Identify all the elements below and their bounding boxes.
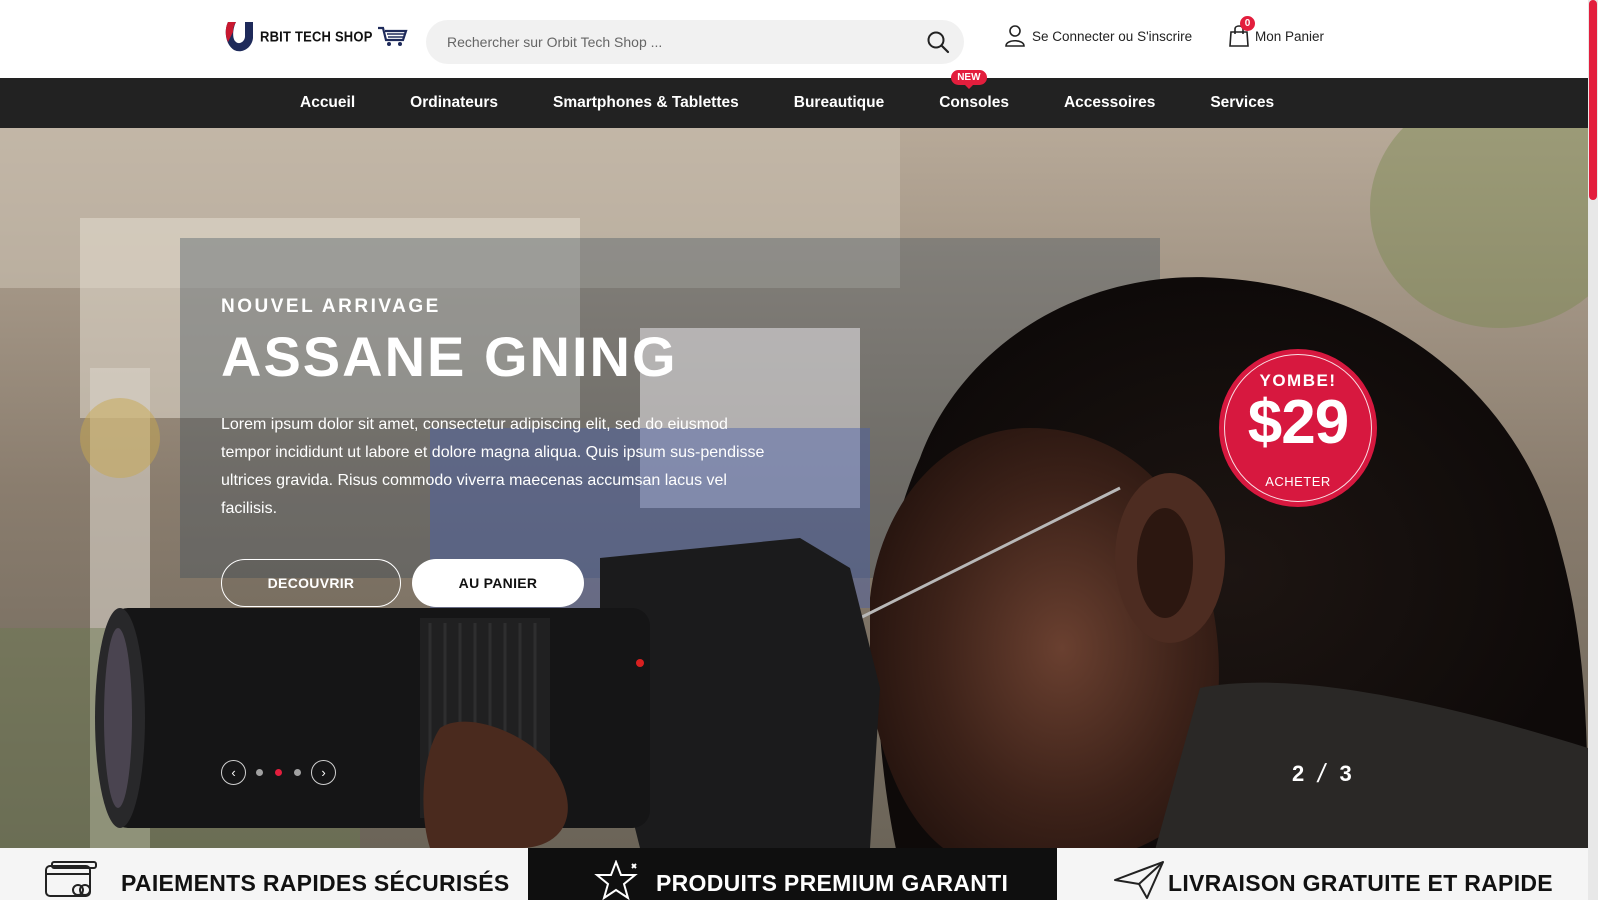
chevron-right-icon[interactable]: › — [311, 760, 336, 785]
add-to-cart-button[interactable]: AU PANIER — [412, 559, 584, 607]
cart-icon-wrap: 0 — [1228, 16, 1255, 48]
slide-total: 3 — [1339, 760, 1352, 786]
paper-plane-icon — [1114, 861, 1164, 899]
user-icon — [1005, 25, 1025, 47]
cart-count-badge: 0 — [1240, 16, 1255, 31]
price-badge-price: $29 — [1247, 388, 1349, 457]
account-link[interactable]: Se Connecter ou S'inscrire — [1004, 24, 1192, 48]
hero-title: ASSANE GNING — [221, 325, 678, 388]
feature-secure-payment: PAIEMENTS RAPIDES SÉCURISÉS — [0, 848, 528, 900]
discover-button[interactable]: DECOUVRIR — [221, 559, 401, 607]
slide-current: 2 — [1292, 760, 1305, 786]
cart-label: Mon Panier — [1255, 28, 1325, 44]
nav-item-consoles[interactable]: NEW Consoles — [939, 70, 1009, 112]
feature-free-delivery: LIVRAISON GRATUITE ET RAPIDE — [1057, 848, 1588, 900]
feature-label: PAIEMENTS RAPIDES SÉCURISÉS — [121, 870, 510, 896]
hero-description: Lorem ipsum dolor sit amet, consectetur … — [221, 416, 765, 517]
new-badge: NEW — [951, 70, 987, 89]
cart-link[interactable]: 0 Mon Panier — [1228, 16, 1325, 48]
search-bar — [426, 20, 964, 64]
credit-card-icon — [45, 861, 97, 897]
price-badge[interactable]: YOMBE! $29 ACHETER — [1219, 349, 1377, 507]
hero-slider: NOUVEL ARRIVAGE ASSANE GNING Lorem ipsum… — [0, 128, 1588, 848]
slide-counter: 2 / 3 — [1292, 758, 1352, 789]
feature-label: PRODUITS PREMIUM GARANTI — [656, 870, 1009, 896]
nav-item-accessoires[interactable]: Accessoires — [1064, 94, 1155, 112]
star-icon — [594, 860, 638, 900]
search-input[interactable] — [447, 34, 907, 50]
site-logo[interactable]: RBIT TECH SHOP — [222, 18, 409, 54]
nav-item-bureautique[interactable]: Bureautique — [794, 94, 884, 112]
site-header: RBIT TECH SHOP Se Connecter ou S'inscrir… — [0, 0, 1598, 78]
features-strip: PAIEMENTS RAPIDES SÉCURISÉS PRODUITS PRE… — [0, 848, 1588, 900]
feature-premium-products: PRODUITS PREMIUM GARANTI — [528, 848, 1057, 900]
main-navigation: Accueil Ordinateurs Smartphones & Tablet… — [0, 70, 1598, 128]
scrollbar-thumb[interactable] — [1589, 0, 1597, 200]
slide-separator: / — [1315, 758, 1329, 788]
nav-item-services[interactable]: Services — [1210, 94, 1274, 112]
price-badge-cta: ACHETER — [1265, 474, 1331, 489]
logo-cart-icon — [377, 26, 408, 46]
feature-label: LIVRAISON GRATUITE ET RAPIDE — [1168, 870, 1553, 896]
slider-dot-3[interactable] — [294, 769, 301, 776]
nav-item-smartphones[interactable]: Smartphones & Tablettes — [553, 94, 739, 112]
nav-item-consoles-label: Consoles — [939, 94, 1009, 111]
account-label: Se Connecter ou S'inscrire — [1032, 28, 1193, 44]
hero-eyebrow: NOUVEL ARRIVAGE — [221, 296, 441, 317]
orbit-logo-icon — [225, 22, 253, 52]
nav-item-accueil[interactable]: Accueil — [300, 94, 355, 112]
slider-dot-1[interactable] — [256, 769, 263, 776]
logo-text: RBIT TECH SHOP — [260, 27, 373, 45]
slider-dot-2[interactable] — [275, 769, 282, 776]
page-scrollbar[interactable] — [1588, 0, 1598, 900]
slider-controls: ‹ › — [221, 760, 336, 785]
nav-item-ordinateurs[interactable]: Ordinateurs — [410, 94, 498, 112]
search-icon[interactable] — [926, 30, 950, 54]
chevron-left-icon[interactable]: ‹ — [221, 760, 246, 785]
